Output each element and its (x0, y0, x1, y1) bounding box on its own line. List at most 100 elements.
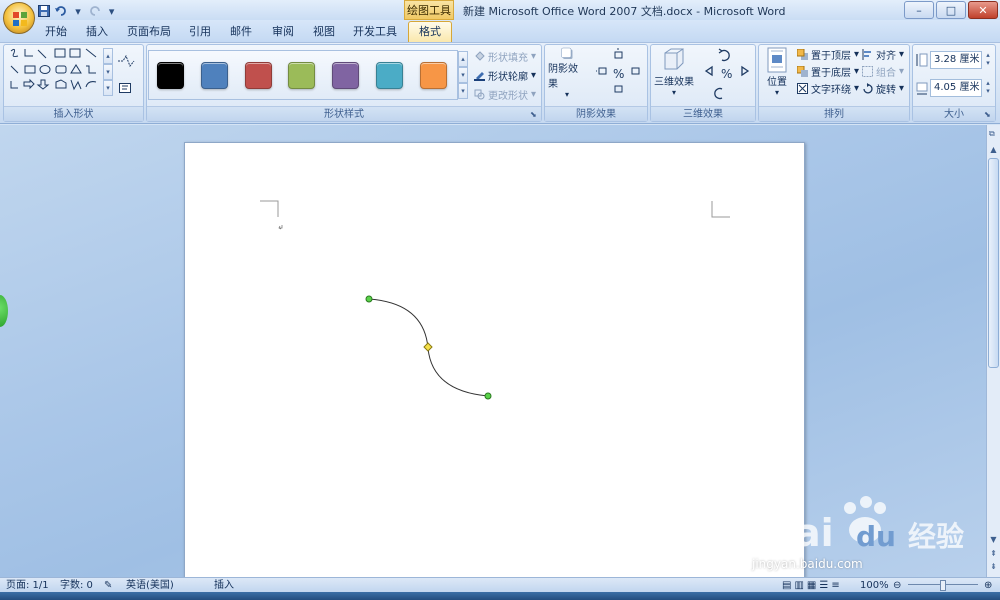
tab-home[interactable]: 开始 (38, 22, 74, 42)
shadow-nudge-icons[interactable]: % (596, 48, 644, 100)
drawing-tools-context-title: 绘图工具 (404, 0, 454, 20)
zoom-out-button[interactable]: ⊖ (893, 579, 901, 592)
zoom-in-button[interactable]: ⊕ (984, 579, 992, 592)
scroll-up-arrow[interactable]: ▲ (988, 145, 999, 157)
bring-to-front-button[interactable]: 置于顶层 ▾ (796, 47, 859, 62)
shadow-effects-label: 阴影效果 (548, 64, 578, 90)
text-wrap-icon (797, 83, 808, 94)
change-shape-button[interactable]: 更改形状 ▾ (474, 87, 536, 102)
document-page[interactable] (184, 142, 805, 582)
shape-style-swatch[interactable] (419, 62, 447, 89)
shadow-box-icon (561, 47, 573, 59)
send-to-back-button[interactable]: 置于底层 ▾ (796, 64, 859, 79)
arc-adjust-handle[interactable] (423, 342, 433, 352)
shape-style-swatch[interactable] (288, 62, 316, 89)
page-canvas (260, 200, 730, 400)
zoom-slider-thumb[interactable] (940, 580, 946, 591)
paragraph-mark-icon (278, 225, 283, 230)
position-icon (767, 47, 787, 73)
undo-icon[interactable] (55, 3, 68, 19)
full-screen-view-icon[interactable]: ▥ (794, 579, 803, 592)
close-button[interactable]: ✕ (968, 1, 998, 19)
tab-references[interactable]: 引用 (184, 22, 216, 42)
shape-height-spinner[interactable]: ▴ ▾ (983, 51, 993, 69)
edit-points-icon[interactable] (117, 54, 135, 68)
ruler-toggle-icon[interactable]: ⧉ (989, 129, 999, 139)
tab-review[interactable]: 审阅 (266, 22, 300, 42)
group-objects-icon (862, 66, 873, 77)
tab-view[interactable]: 视图 (307, 22, 341, 42)
watermark-logo-du: du (856, 520, 896, 553)
style-gallery-more[interactable]: ▾ (458, 83, 468, 99)
proofing-icon[interactable]: ✎ (104, 579, 112, 592)
shape-style-swatch[interactable] (200, 62, 228, 89)
shape-gallery-scroll-up[interactable]: ▴ (103, 48, 113, 64)
position-button[interactable]: 位置 ▾ (762, 47, 792, 99)
shape-style-swatch[interactable] (376, 62, 403, 89)
status-insert-mode[interactable]: 插入 (214, 579, 234, 592)
tab-developer[interactable]: 开发工具 (349, 22, 401, 42)
align-button[interactable]: 对齐 ▾ (862, 47, 904, 62)
watermark-logo-bai: Bai (766, 511, 834, 555)
shape-width-icon (916, 81, 928, 95)
status-zoom-level[interactable]: 100% (860, 579, 889, 592)
tab-insert[interactable]: 插入 (80, 22, 114, 42)
window-controls: – □ ✕ (904, 1, 998, 19)
web-layout-view-icon[interactable]: ▦ (807, 579, 816, 592)
size-launcher[interactable]: ⬊ (984, 110, 993, 119)
maximize-button[interactable]: □ (936, 1, 966, 19)
watermark-logo-jingyan: 经验 (908, 520, 964, 553)
shape-outline-button[interactable]: 形状轮廓 ▾ (474, 68, 536, 83)
tab-format[interactable]: 格式 (408, 21, 452, 43)
shape-style-swatch[interactable] (332, 62, 360, 89)
qat-customize-dropdown[interactable]: ▾ (105, 3, 118, 19)
shape-height-input[interactable]: 3.28 厘米 (930, 51, 982, 69)
shape-width-spinner[interactable]: ▴ ▾ (983, 79, 993, 97)
send-to-back-icon (796, 65, 808, 77)
text-wrap-button[interactable]: 文字环绕 ▾ (797, 81, 859, 96)
save-icon[interactable] (38, 3, 51, 19)
shape-width-input[interactable]: 4.05 厘米 (930, 79, 982, 97)
office-logo-icon (13, 12, 27, 26)
shape-fill-button[interactable]: 形状填充 ▾ (474, 49, 536, 64)
group-label-arrange: 排列 (759, 106, 909, 121)
outline-view-icon[interactable]: ☰ (819, 579, 828, 592)
shape-gallery-more[interactable]: ▾ (103, 80, 113, 96)
3d-tilt-controls[interactable]: % (702, 47, 752, 101)
bring-to-front-label: 置于顶层 (811, 51, 851, 62)
change-shape-icon (474, 89, 485, 100)
3d-tilt-icons: % (704, 48, 750, 100)
tab-page-layout[interactable]: 页面布局 (124, 22, 174, 42)
redo-icon[interactable] (88, 3, 101, 19)
status-language[interactable]: 英语(美国) (126, 579, 174, 592)
watermark-url: jingyan.baidu.com (752, 557, 863, 571)
group-label-3d: 三维效果 (651, 106, 755, 121)
minimize-button[interactable]: – (904, 1, 934, 19)
style-gallery-scroll-up[interactable]: ▴ (458, 51, 468, 67)
style-gallery-scroll-down[interactable]: ▾ (458, 67, 468, 83)
draft-view-icon[interactable]: ≡ (831, 579, 839, 592)
print-layout-view-icon[interactable]: ▤ (782, 579, 791, 592)
arc-start-handle[interactable] (365, 295, 373, 303)
shape-gallery (8, 47, 118, 97)
office-button[interactable] (3, 2, 35, 34)
3d-effects-button[interactable]: 三维效果 ▾ (654, 47, 694, 99)
scroll-thumb[interactable] (988, 158, 999, 368)
group-button[interactable]: 组合 ▾ (862, 64, 904, 79)
rotate-button[interactable]: 旋转 ▾ (862, 81, 904, 96)
rotate-label: 旋转 (876, 85, 896, 96)
text-box-icon[interactable] (119, 82, 131, 93)
shape-style-swatch[interactable] (157, 62, 184, 89)
margin-corner-top-right (711, 201, 730, 218)
shape-styles-launcher[interactable]: ⬊ (530, 110, 539, 119)
shape-height-icon (916, 53, 928, 67)
shape-gallery-scroll-down[interactable]: ▾ (103, 64, 113, 80)
shadow-effects-button[interactable]: 阴影效果 ▾ (548, 47, 586, 99)
status-word-count[interactable]: 字数: 0 (60, 579, 93, 592)
status-page[interactable]: 页面: 1/1 (6, 579, 49, 592)
arc-end-handle[interactable] (484, 392, 492, 400)
shape-style-swatch[interactable] (244, 62, 272, 89)
qat-undo-dropdown[interactable]: ▾ (72, 3, 85, 19)
group-label-shadow: 阴影效果 (545, 106, 647, 121)
tab-mailings[interactable]: 邮件 (224, 22, 258, 42)
